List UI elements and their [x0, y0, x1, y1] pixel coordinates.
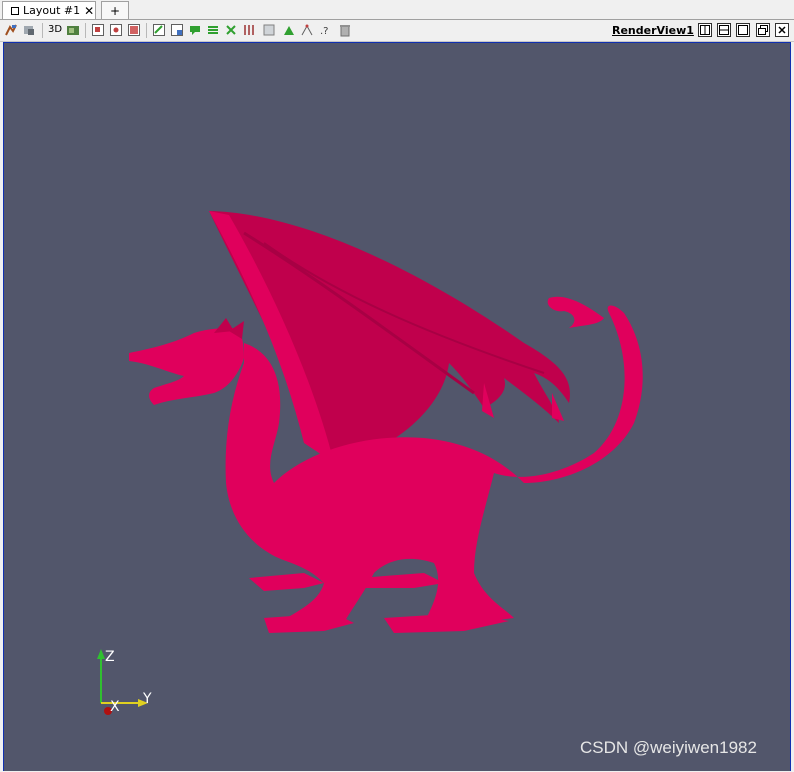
dragon-model	[129, 211, 643, 633]
camera-icon[interactable]	[66, 23, 80, 37]
axis-x-label: X	[110, 699, 120, 715]
toolbar-separator	[42, 23, 43, 38]
add-layout-tab-button[interactable]: +	[101, 1, 129, 19]
select-cells-on-icon[interactable]	[91, 23, 105, 37]
select-cells-through-icon[interactable]	[127, 23, 141, 37]
select-points-on-icon[interactable]	[109, 23, 123, 37]
tab-layout-label: Layout #1	[23, 4, 81, 17]
reset-camera-icon[interactable]	[4, 23, 18, 37]
split-vertical-button[interactable]	[717, 23, 731, 37]
select-block-icon[interactable]	[170, 23, 184, 37]
maximize-button[interactable]	[736, 23, 750, 37]
layout-tab-bar: Layout #1 ✕ +	[0, 0, 794, 20]
split-horizontal-button[interactable]	[698, 23, 712, 37]
toolbar-separator	[85, 23, 86, 38]
close-tab-icon[interactable]: ✕	[84, 4, 94, 18]
axis-z-label: Z	[105, 649, 115, 665]
orientation-axes: Z Y X	[97, 649, 152, 715]
view-toolbar: 3D .? RenderView1	[0, 20, 794, 42]
toolbar-separator	[146, 23, 147, 38]
hover-cells-icon[interactable]	[282, 23, 296, 37]
3d-toggle-button[interactable]: 3D	[48, 23, 62, 37]
shrink-selection-icon[interactable]	[224, 23, 238, 37]
grow-selection-icon[interactable]	[206, 23, 220, 37]
layout-square-icon	[11, 6, 19, 15]
delete-icon[interactable]	[338, 23, 352, 37]
query-icon[interactable]	[300, 23, 314, 37]
render-canvas: Z Y X	[97, 211, 643, 715]
watermark: CSDN @weiyiwen1982	[580, 738, 757, 757]
close-view-button[interactable]	[775, 23, 789, 37]
tab-layout-1[interactable]: Layout #1 ✕	[2, 1, 96, 19]
render-view[interactable]: Z Y X	[3, 42, 791, 771]
zoom-to-data-icon[interactable]	[22, 23, 36, 37]
axis-y-label: Y	[142, 691, 152, 707]
pop-out-button[interactable]	[756, 23, 770, 37]
hover-points-icon[interactable]	[262, 23, 276, 37]
render-view-name[interactable]: RenderView1	[612, 24, 694, 37]
help-icon[interactable]: .?	[318, 23, 332, 37]
svg-text:.?: .?	[320, 26, 329, 37]
clear-selection-icon[interactable]	[242, 23, 256, 37]
interactive-select-icon[interactable]	[188, 23, 202, 37]
select-points-through-icon[interactable]	[152, 23, 166, 37]
